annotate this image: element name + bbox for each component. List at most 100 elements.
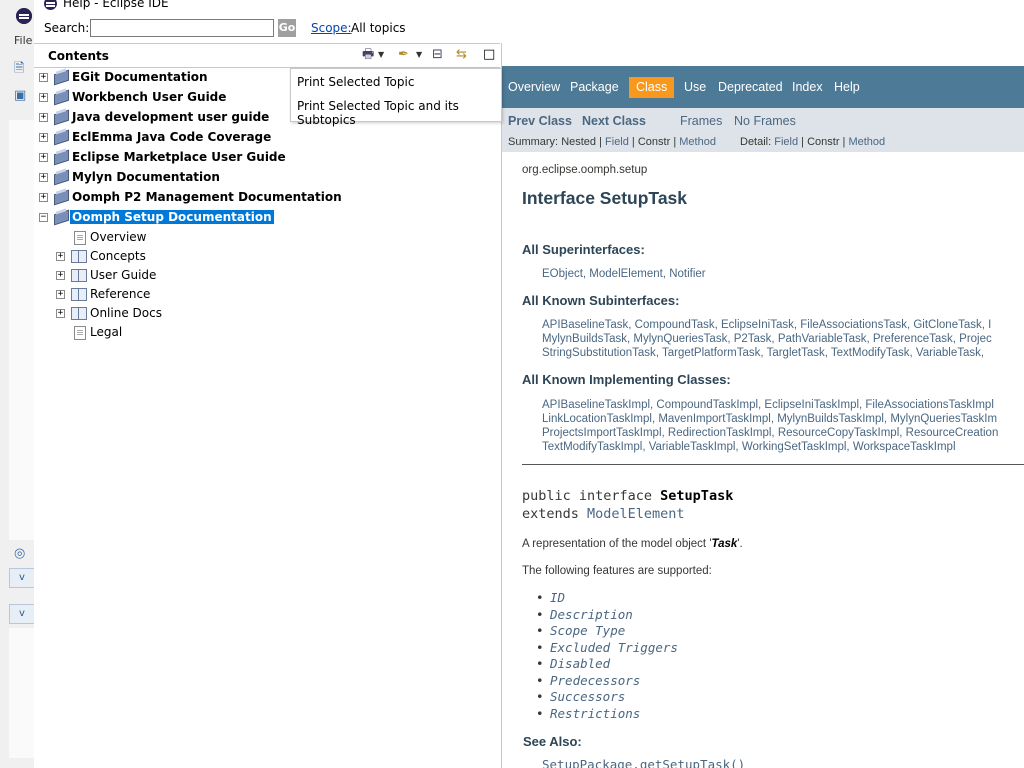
print-icon[interactable]: 🖶 <box>362 46 374 64</box>
eclipse-logo-icon <box>44 0 57 10</box>
expand-icon[interactable]: + <box>39 93 48 102</box>
eclipse-logo-icon <box>16 8 32 24</box>
implementing-line[interactable]: APIBaselineTaskImpl, CompoundTaskImpl, E… <box>542 398 994 412</box>
collapse-all-icon[interactable]: ⊟ <box>432 46 443 64</box>
feature-link[interactable]: Scope Type <box>536 623 625 638</box>
background-view-area <box>9 120 34 540</box>
feature-link[interactable]: Restrictions <box>536 706 640 721</box>
binoculars-icon[interactable]: ◎ <box>14 546 32 562</box>
highlight-search-icon[interactable]: ✒ <box>398 46 409 64</box>
open-book-icon <box>71 250 87 263</box>
file-menu[interactable]: File <box>14 34 32 47</box>
implementing-line[interactable]: LinkLocationTaskImpl, MavenImportTaskImp… <box>542 412 997 426</box>
title-bar: Help - Eclipse IDE <box>34 0 1024 12</box>
new-package-icon[interactable]: ▣ <box>14 88 32 104</box>
search-input[interactable] <box>90 19 274 37</box>
superinterfaces-links[interactable]: EObject, ModelElement, Notifier <box>542 267 706 281</box>
frames-link[interactable]: Frames <box>680 114 722 128</box>
tree-item-label: Online Docs <box>90 306 162 320</box>
expand-icon[interactable]: + <box>39 173 48 182</box>
declaration-line: public interface SetupTask <box>522 488 733 504</box>
feature-link[interactable]: Disabled <box>536 656 610 671</box>
package-name: org.eclipse.oomph.setup <box>522 164 648 176</box>
go-button[interactable]: Go <box>278 19 296 37</box>
parent-link[interactable]: ModelElement <box>587 506 685 522</box>
decl-prefix: public interface <box>522 488 661 504</box>
nav-package[interactable]: Package <box>570 80 619 94</box>
menu-item-print-topic[interactable]: Print Selected Topic <box>297 75 414 89</box>
desc-object: Task <box>711 538 738 550</box>
implementing-line[interactable]: TextModifyTaskImpl, VariableTaskImpl, Wo… <box>542 440 956 454</box>
nav-class[interactable]: Class <box>629 77 675 98</box>
nav-help[interactable]: Help <box>834 80 860 94</box>
summary-method-link[interactable]: Method <box>679 136 716 148</box>
subinterfaces-line[interactable]: StringSubstitutionTask, TargetPlatformTa… <box>542 346 984 360</box>
expand-icon[interactable]: + <box>56 271 65 280</box>
prev-class-link[interactable]: Prev Class <box>508 114 572 128</box>
subinterfaces-line[interactable]: MylynBuildsTask, MylynQueriesTask, P2Tas… <box>542 332 992 346</box>
tree-item-label: Java development user guide <box>72 110 270 124</box>
extends-line: extends ModelElement <box>522 506 685 522</box>
maximize-icon[interactable]: □ <box>483 46 495 64</box>
print-dropdown-icon[interactable]: ▼ <box>378 46 384 64</box>
expand-icon[interactable]: + <box>56 309 65 318</box>
tree-item-label: Oomph Setup Documentation <box>70 210 274 224</box>
collapse-icon[interactable]: − <box>39 213 48 222</box>
feature-link[interactable]: Predecessors <box>536 673 640 688</box>
chevron-down-icon[interactable]: v <box>9 568 35 588</box>
tree-item-label: Eclipse Marketplace User Guide <box>72 150 286 164</box>
javadoc-sub-nav: Prev Class Next Class Frames No Frames S… <box>502 108 1024 152</box>
feature-link[interactable]: Excluded Triggers <box>536 640 678 655</box>
expand-icon[interactable]: + <box>56 290 65 299</box>
expand-icon[interactable]: + <box>39 73 48 82</box>
expand-icon[interactable]: + <box>39 113 48 122</box>
chevron-down-icon[interactable]: v <box>9 604 35 624</box>
subinterfaces-line[interactable]: APIBaselineTask, CompoundTask, EclipseIn… <box>542 318 991 332</box>
nav-overview[interactable]: Overview <box>508 80 560 94</box>
background-eclipse-window: File 🗎 ▣ ◎ v v <box>0 0 35 768</box>
implementing-heading: All Known Implementing Classes: <box>522 372 731 387</box>
no-frames-link[interactable]: No Frames <box>734 114 796 128</box>
feature-link[interactable]: ID <box>536 590 565 605</box>
menu-item-print-subtopics[interactable]: Print Selected Topic and its Subtopics <box>297 99 501 127</box>
highlight-dropdown-icon[interactable]: ▼ <box>416 46 422 64</box>
book-icon <box>53 170 68 183</box>
summary-field-link[interactable]: Field <box>605 136 629 148</box>
page-icon <box>74 231 86 245</box>
decl-name: SetupTask <box>660 488 734 504</box>
scope-link[interactable]: Scope: <box>311 21 352 35</box>
description: A representation of the model object 'Ta… <box>522 538 743 550</box>
feature-link[interactable]: Description <box>536 607 633 622</box>
open-book-icon <box>71 307 87 320</box>
next-class-link[interactable]: Next Class <box>582 114 646 128</box>
implementing-line[interactable]: ProjectsImportTaskImpl, RedirectionTaskI… <box>542 426 998 440</box>
new-wizard-icon[interactable]: 🗎 <box>14 59 32 76</box>
detail-field-link[interactable]: Field <box>774 136 798 148</box>
page-icon <box>74 326 86 340</box>
expand-icon[interactable]: + <box>39 193 48 202</box>
tree-item-label: Workbench User Guide <box>72 90 227 104</box>
window-title: Help - Eclipse IDE <box>63 0 169 10</box>
nav-use[interactable]: Use <box>684 80 706 94</box>
feature-link[interactable]: Successors <box>536 689 625 704</box>
decl-extends: extends <box>522 506 588 522</box>
expand-icon[interactable]: + <box>56 252 65 261</box>
nav-index[interactable]: Index <box>792 80 823 94</box>
open-book-icon <box>71 288 87 301</box>
tree-item-label: Overview <box>90 230 147 244</box>
tree-item-label: Legal <box>90 325 123 339</box>
expand-icon[interactable]: + <box>39 133 48 142</box>
see-also-link[interactable]: SetupPackage.getSetupTask() <box>542 758 745 768</box>
summary-nested: Nested <box>561 136 597 148</box>
nav-deprecated[interactable]: Deprecated <box>718 80 783 94</box>
search-bar: Search: Go Scope: All topics <box>34 18 1024 40</box>
scope-value: All topics <box>351 21 406 35</box>
detail-method-link[interactable]: Method <box>848 136 885 148</box>
expand-icon[interactable]: + <box>39 153 48 162</box>
subinterfaces-heading: All Known Subinterfaces: <box>522 293 680 308</box>
javadoc-top-nav: Overview Package Class Use Deprecated In… <box>502 66 1024 108</box>
tree-item-label: User Guide <box>90 268 157 282</box>
link-with-contents-icon[interactable]: ⇆ <box>456 46 467 64</box>
detail-constr: Constr <box>807 136 840 148</box>
tree-item-label: EGit Documentation <box>72 70 208 84</box>
